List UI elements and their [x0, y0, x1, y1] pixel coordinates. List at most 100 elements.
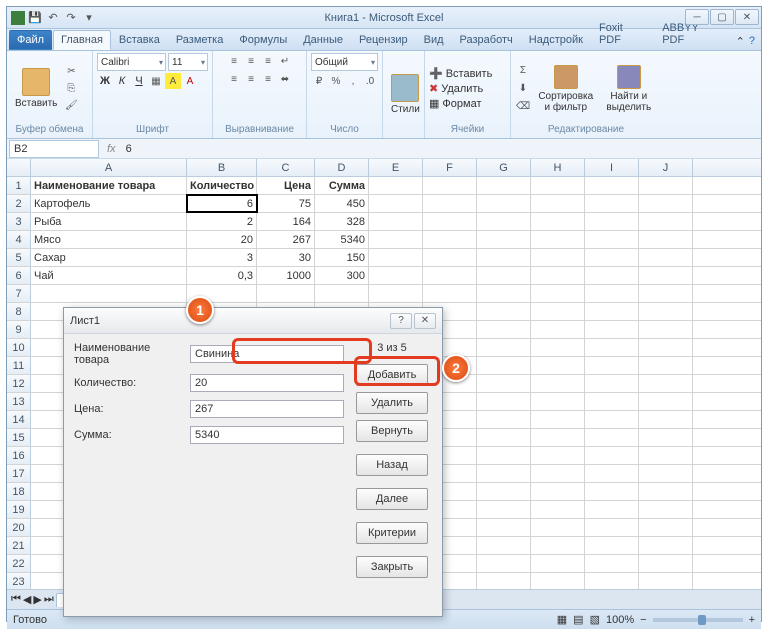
cell-I8[interactable]	[585, 303, 639, 320]
row-header-9[interactable]: 9	[7, 321, 31, 338]
minimize-button[interactable]: ─	[685, 9, 709, 25]
tab-вид[interactable]: Вид	[416, 30, 452, 50]
cell-J9[interactable]	[639, 321, 693, 338]
tab-главная[interactable]: Главная	[53, 30, 111, 50]
fill-button[interactable]: ⬇	[515, 81, 531, 97]
col-header-A[interactable]: A	[31, 159, 187, 176]
cell-J3[interactable]	[639, 213, 693, 230]
dialog-далее-button[interactable]: Далее	[356, 488, 428, 510]
cell-I23[interactable]	[585, 573, 639, 589]
cell-J5[interactable]	[639, 249, 693, 266]
sort-filter-button[interactable]: Сортировка и фильтр	[533, 63, 599, 115]
view-layout[interactable]: ▤	[573, 613, 583, 626]
clear-button[interactable]: ⌫	[515, 99, 531, 115]
cell-I21[interactable]	[585, 537, 639, 554]
wrap-text[interactable]: ↵	[277, 53, 293, 69]
dialog-help-button[interactable]: ?	[390, 313, 412, 329]
row-header-17[interactable]: 17	[7, 465, 31, 482]
cell-G10[interactable]	[477, 339, 531, 356]
cell-H5[interactable]	[531, 249, 585, 266]
view-break[interactable]: ▧	[590, 613, 600, 626]
row-header-14[interactable]: 14	[7, 411, 31, 428]
tab-разметка[interactable]: Разметка	[168, 30, 232, 50]
paste-button[interactable]: Вставить	[11, 66, 61, 111]
tab-рецензир[interactable]: Рецензир	[351, 30, 416, 50]
cell-H17[interactable]	[531, 465, 585, 482]
fx-icon[interactable]: fx	[101, 143, 122, 155]
row-header-2[interactable]: 2	[7, 195, 31, 212]
cell-G2[interactable]	[477, 195, 531, 212]
font-color-button[interactable]: A	[182, 73, 198, 89]
cell-H19[interactable]	[531, 501, 585, 518]
cell-I9[interactable]	[585, 321, 639, 338]
cell-G4[interactable]	[477, 231, 531, 248]
cell-G8[interactable]	[477, 303, 531, 320]
merge-button[interactable]: ⬌	[277, 71, 293, 87]
cell-H23[interactable]	[531, 573, 585, 589]
cell-I3[interactable]	[585, 213, 639, 230]
cell-E5[interactable]	[369, 249, 423, 266]
col-header-J[interactable]: J	[639, 159, 693, 176]
sheet-nav-next[interactable]: ▶	[33, 593, 41, 606]
cell-D1[interactable]: Сумма	[315, 177, 369, 194]
bold-button[interactable]: Ж	[97, 73, 113, 89]
cell-A4[interactable]: Мясо	[31, 231, 187, 248]
cell-J20[interactable]	[639, 519, 693, 536]
col-header-I[interactable]: I	[585, 159, 639, 176]
row-header-6[interactable]: 6	[7, 267, 31, 284]
cell-G6[interactable]	[477, 267, 531, 284]
cell-H16[interactable]	[531, 447, 585, 464]
tab-file[interactable]: Файл	[9, 30, 52, 50]
cell-J1[interactable]	[639, 177, 693, 194]
cell-J13[interactable]	[639, 393, 693, 410]
ribbon-min-icon[interactable]: ⌃	[736, 35, 745, 48]
cell-G20[interactable]	[477, 519, 531, 536]
row-header-8[interactable]: 8	[7, 303, 31, 320]
field-price-input[interactable]	[190, 400, 344, 418]
cell-G9[interactable]	[477, 321, 531, 338]
col-header-F[interactable]: F	[423, 159, 477, 176]
cells-format[interactable]: ▦Формат	[429, 97, 492, 110]
cell-F7[interactable]	[423, 285, 477, 302]
row-header-7[interactable]: 7	[7, 285, 31, 302]
cell-B6[interactable]: 0,3	[187, 267, 257, 284]
cell-E1[interactable]	[369, 177, 423, 194]
select-all-corner[interactable]	[7, 159, 31, 176]
cell-I20[interactable]	[585, 519, 639, 536]
cell-F5[interactable]	[423, 249, 477, 266]
cell-J14[interactable]	[639, 411, 693, 428]
row-header-15[interactable]: 15	[7, 429, 31, 446]
cell-B2[interactable]: 6	[187, 195, 257, 212]
cell-D7[interactable]	[315, 285, 369, 302]
comma-button[interactable]: ,	[345, 73, 361, 89]
qat-more[interactable]: ▾	[81, 10, 97, 26]
cell-H9[interactable]	[531, 321, 585, 338]
cell-C5[interactable]: 30	[257, 249, 315, 266]
tab-foxit pdf[interactable]: Foxit PDF	[591, 18, 654, 50]
cell-C1[interactable]: Цена	[257, 177, 315, 194]
cell-J16[interactable]	[639, 447, 693, 464]
styles-button[interactable]: Стили	[387, 72, 424, 117]
align-bot[interactable]: ≡	[260, 53, 276, 69]
cell-E7[interactable]	[369, 285, 423, 302]
tab-данные[interactable]: Данные	[295, 30, 351, 50]
zoom-out[interactable]: −	[640, 614, 646, 626]
cell-H1[interactable]	[531, 177, 585, 194]
tab-надстройк[interactable]: Надстройк	[521, 30, 591, 50]
tab-вставка[interactable]: Вставка	[111, 30, 168, 50]
row-header-12[interactable]: 12	[7, 375, 31, 392]
row-header-20[interactable]: 20	[7, 519, 31, 536]
font-name-combo[interactable]: Calibri	[97, 53, 166, 71]
cells-delete[interactable]: ✖Удалить	[429, 82, 492, 95]
cell-A2[interactable]: Картофель	[31, 195, 187, 212]
cell-D2[interactable]: 450	[315, 195, 369, 212]
cell-I15[interactable]	[585, 429, 639, 446]
cell-I10[interactable]	[585, 339, 639, 356]
col-header-D[interactable]: D	[315, 159, 369, 176]
cell-J23[interactable]	[639, 573, 693, 589]
align-center[interactable]: ≡	[243, 71, 259, 87]
formula-input[interactable]: 6	[122, 143, 761, 155]
align-top[interactable]: ≡	[226, 53, 242, 69]
cell-J10[interactable]	[639, 339, 693, 356]
find-button[interactable]: Найти и выделить	[601, 63, 657, 115]
